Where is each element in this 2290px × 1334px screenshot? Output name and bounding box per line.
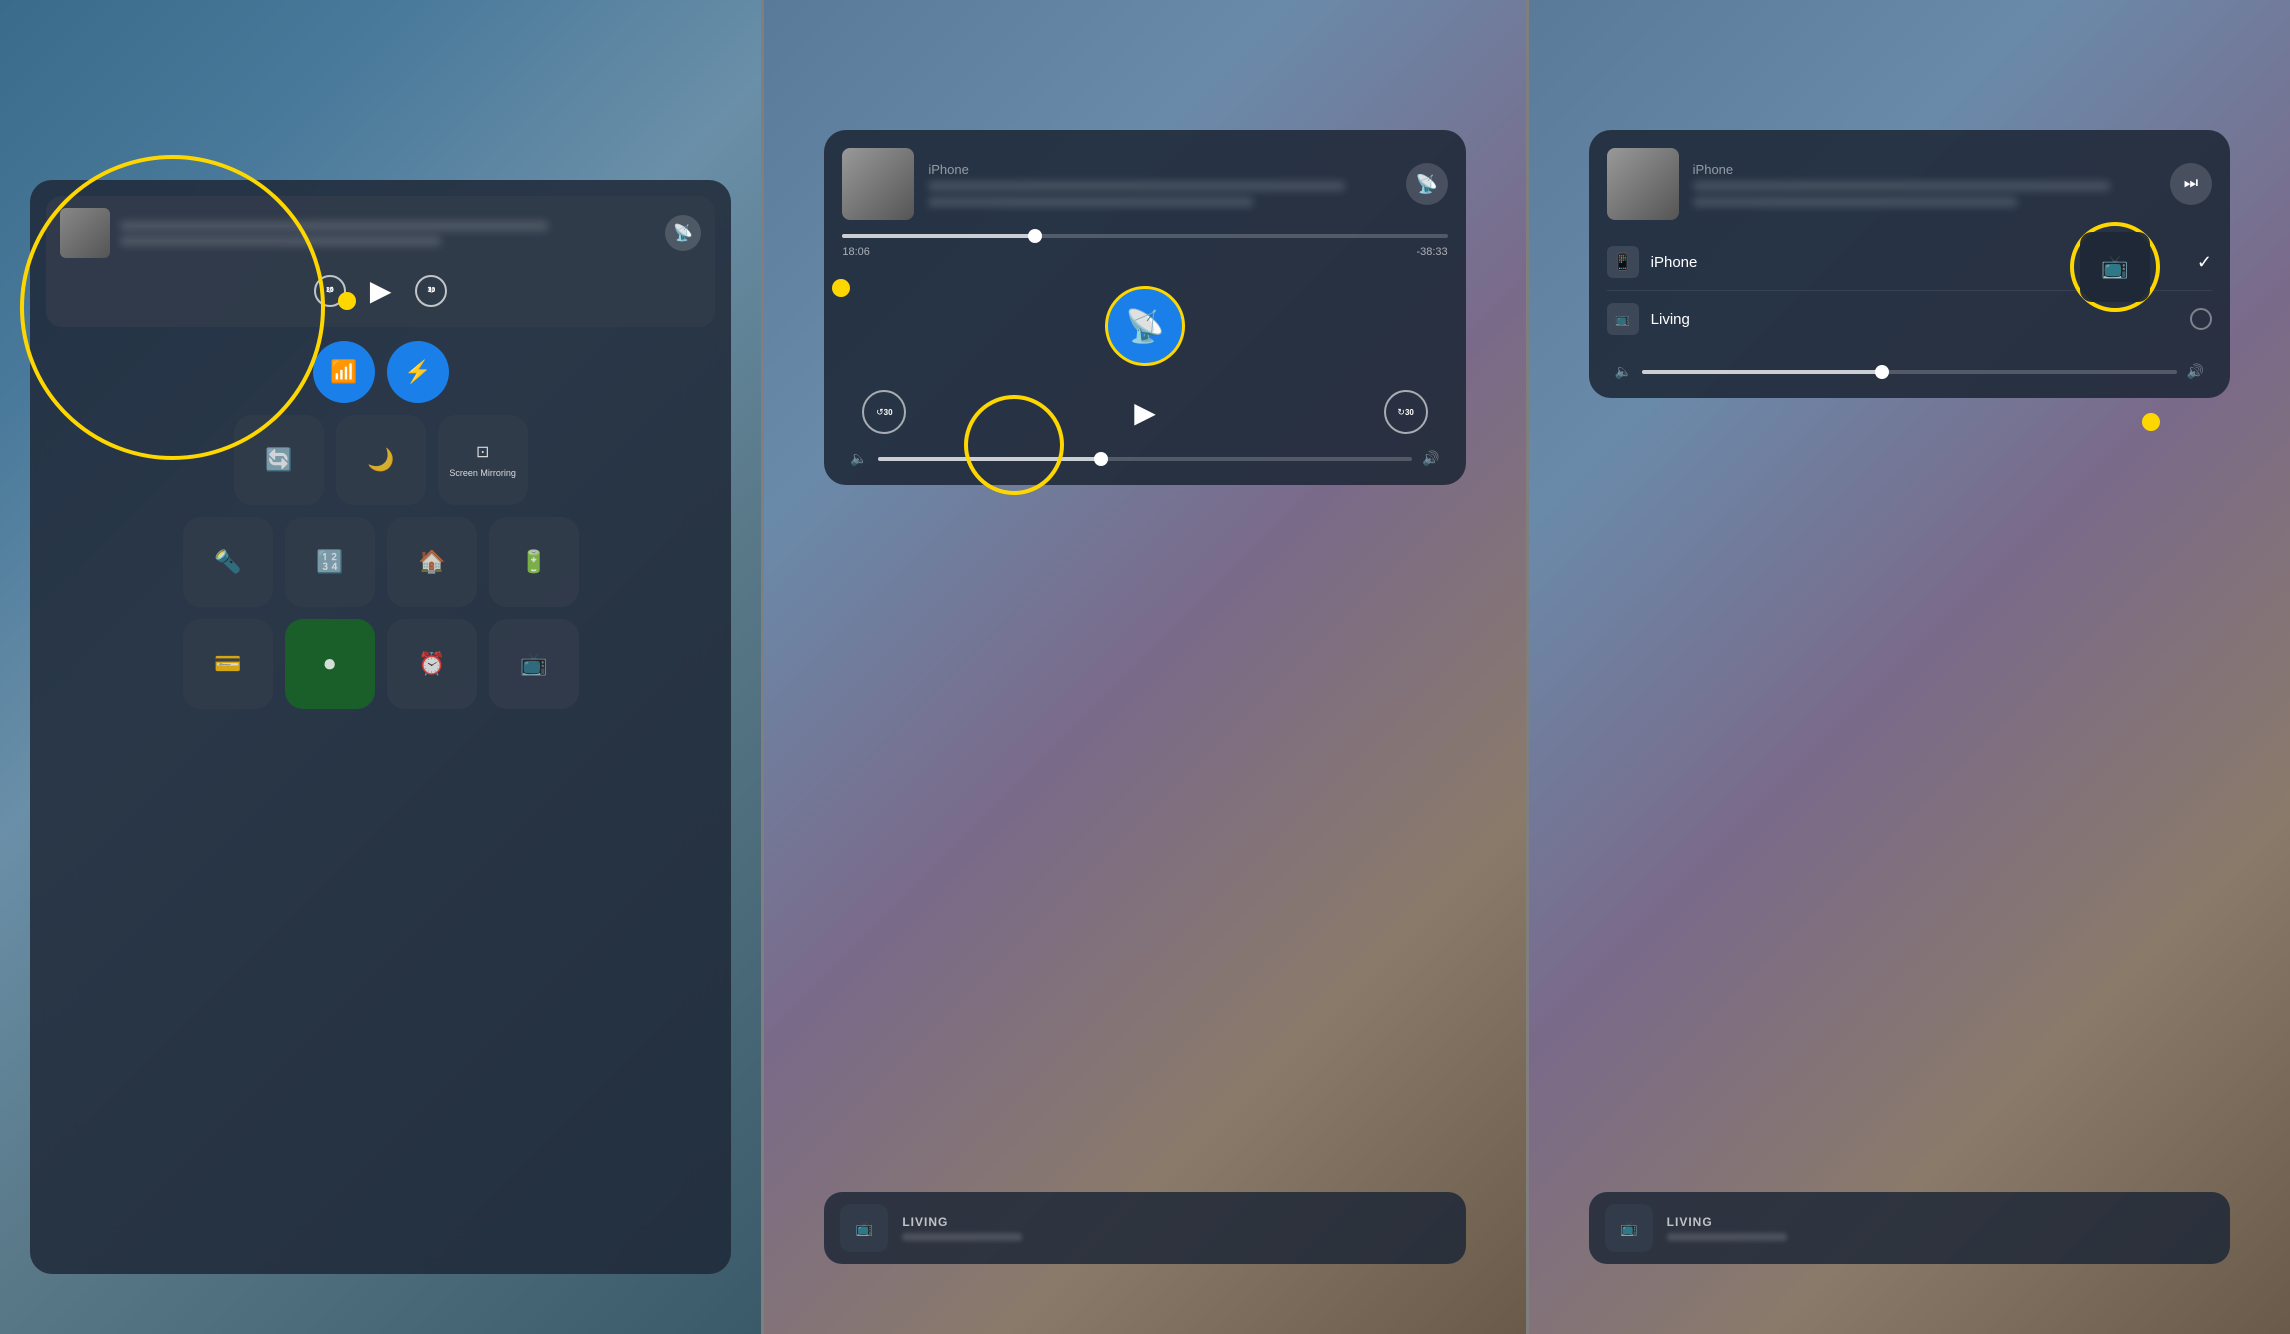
screen-mirroring-label: Screen Mirroring [449, 468, 516, 478]
appletv-icon: 📺 [1607, 303, 1639, 335]
airplay-button-mini[interactable]: 📡 [665, 215, 701, 251]
flashlight-button[interactable]: 🔦 [183, 517, 273, 607]
panel-device-picker: iPhone ⏭ 📱 iPhone ✓ 📺 Living [1529, 0, 2290, 1334]
now-playing-expanded: iPhone 📡 18:06 -38:33 📡 [824, 130, 1465, 485]
playback-controls: ↺30 ▶ ↻30 [842, 390, 1447, 434]
picker-volume-max-icon: 🔊 [2187, 363, 2204, 380]
volume-max-icon: 🔊 [1422, 450, 1439, 467]
living-info: LIVING [902, 1215, 1022, 1241]
living-label-3: LIVING [1667, 1215, 1787, 1229]
device-picker-header: iPhone ⏭ [1607, 148, 2212, 220]
volume-control: 🔈 🔊 [842, 450, 1447, 467]
current-time: 18:06 [842, 246, 870, 258]
picker-volume-min-icon: 🔈 [1615, 363, 1632, 380]
apple-tv-icon: 📺 [840, 1204, 888, 1252]
remaining-time: -38:33 [1416, 246, 1447, 258]
airplay-button-area: 📡 [665, 215, 701, 251]
picker-volume-fill [1642, 370, 1883, 374]
album-art-picker [1607, 148, 1679, 220]
picker-volume-control: 🔈 🔊 [1607, 363, 2212, 380]
device-row-appletv[interactable]: 📺 Living [1607, 291, 2212, 347]
album-art-large [842, 148, 914, 220]
iphone-device-name: iPhone [1651, 254, 2185, 271]
device-row-iphone[interactable]: 📱 iPhone ✓ [1607, 234, 2212, 291]
skip-back-button[interactable]: ↺30 [862, 390, 906, 434]
iphone-checkmark: ✓ [2197, 252, 2212, 273]
bluetooth-button[interactable]: ⚡ [387, 341, 449, 403]
home-button[interactable]: 🏠 [387, 517, 477, 607]
picker-volume-track[interactable] [1642, 370, 2176, 374]
record-button[interactable]: ⏺ [285, 619, 375, 709]
track-metadata: iPhone [928, 162, 1391, 207]
track-title-bar [928, 181, 1345, 191]
bottom-icons-row: 🔦 🔢 🏠 🔋 [46, 517, 715, 607]
progress-times: 18:06 -38:33 [842, 246, 1447, 258]
picker-title-bar [1693, 181, 2110, 191]
album-art-mini [60, 208, 110, 258]
do-not-disturb-button[interactable]: 🌙 [336, 415, 426, 505]
now-playing-header: iPhone 📡 [842, 148, 1447, 220]
living-card-3[interactable]: 📺 LIVING [1589, 1192, 2230, 1264]
utilities-row: 🔄 🌙 ⊡ Screen Mirroring [46, 415, 715, 505]
last-icons-row: 💳 ⏺ ⏰ 📺 [46, 619, 715, 709]
volume-thumb [1094, 452, 1108, 466]
calculator-button[interactable]: 🔢 [285, 517, 375, 607]
volume-fill [878, 457, 1102, 461]
wallet-button[interactable]: 💳 [183, 619, 273, 709]
screen-mirroring-button[interactable]: ⊡ Screen Mirroring [438, 415, 528, 505]
airplay-large-button[interactable]: 📡 [1105, 286, 1185, 366]
now-playing-mini-widget: 📡 ↺ 30 ▶ ↻ 30 [46, 196, 715, 327]
picker-metadata: iPhone [1693, 162, 2156, 207]
connectivity-row: 📶 ⚡ [46, 341, 715, 403]
skip-forward-button-mini[interactable]: ↻ 30 [415, 275, 447, 307]
track-artist-bar [928, 197, 1252, 207]
battery-button[interactable]: 🔋 [489, 517, 579, 607]
progress-container: 18:06 -38:33 [842, 234, 1447, 258]
appletv-radio-button[interactable] [2190, 308, 2212, 330]
control-center-card: 📡 ↺ 30 ▶ ↻ 30 📶 [30, 180, 731, 1274]
panel-control-center: 📡 ↺ 30 ▶ ↻ 30 📶 [0, 0, 761, 1334]
play-pause-button[interactable]: ⏭ [2170, 163, 2212, 205]
device-label-picker: iPhone [1693, 162, 2156, 177]
play-button[interactable]: ▶ [1134, 396, 1156, 429]
device-label: iPhone [928, 162, 1391, 177]
living-info-3: LIVING [1667, 1215, 1787, 1241]
screen-rotation-button[interactable]: 🔄 [234, 415, 324, 505]
device-picker-card: iPhone ⏭ 📱 iPhone ✓ 📺 Living [1589, 130, 2230, 398]
picker-volume-thumb [1875, 365, 1889, 379]
airplay-large-container: 📡 [842, 270, 1447, 382]
volume-track[interactable] [878, 457, 1412, 461]
track-title-blurred [120, 221, 548, 231]
iphone-icon: 📱 [1607, 246, 1639, 278]
living-blurred-info [902, 1233, 1022, 1241]
wifi-button[interactable]: 📶 [313, 341, 375, 403]
picker-artist-bar [1693, 197, 2017, 207]
appletv-device-name: Living [1651, 311, 2178, 328]
progress-track[interactable] [842, 234, 1447, 238]
panel-now-playing: iPhone 📡 18:06 -38:33 📡 [764, 0, 1525, 1334]
living-label: LIVING [902, 1215, 1022, 1229]
apple-tv-icon-living: 📺 [1605, 1204, 1653, 1252]
airplay-button-expanded[interactable]: 📡 [1406, 163, 1448, 205]
remote-button[interactable]: 📺 [489, 619, 579, 709]
alarm-button[interactable]: ⏰ [387, 619, 477, 709]
progress-thumb [1028, 229, 1042, 243]
volume-min-icon: 🔈 [850, 450, 867, 467]
play-button-mini[interactable]: ▶ [370, 274, 392, 307]
living-blurred-info-3 [1667, 1233, 1787, 1241]
living-card[interactable]: 📺 LIVING [824, 1192, 1465, 1264]
track-artist-blurred [120, 236, 441, 246]
skip-forward-button[interactable]: ↻30 [1384, 390, 1428, 434]
device-list: 📱 iPhone ✓ 📺 Living [1607, 234, 2212, 347]
skip-back-button-mini[interactable]: ↺ 30 [314, 275, 346, 307]
progress-fill [842, 234, 1036, 238]
